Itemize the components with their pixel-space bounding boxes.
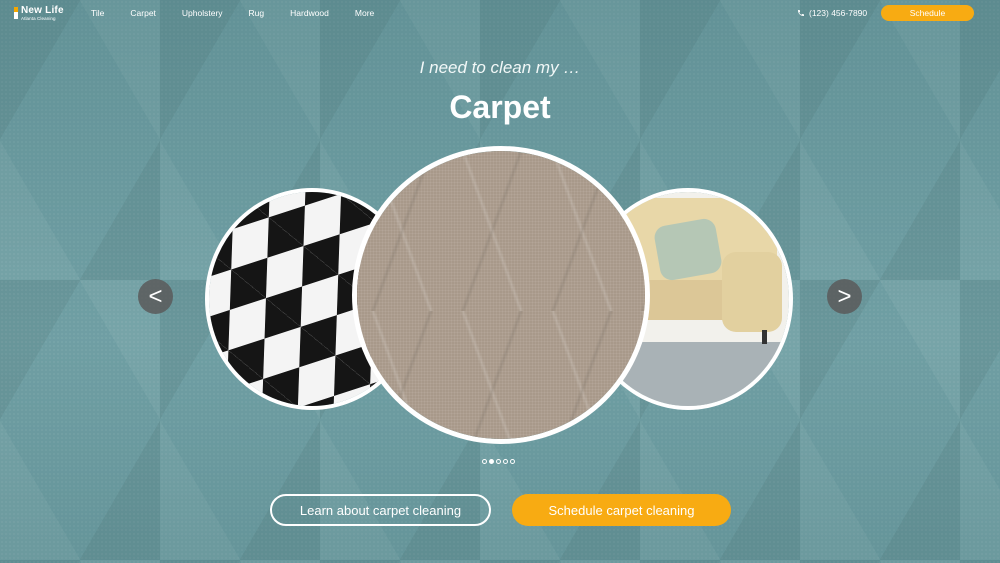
nav-item-tile[interactable]: Tile xyxy=(91,8,104,18)
carousel-dot[interactable] xyxy=(510,459,515,464)
carousel-prev-button[interactable]: < xyxy=(138,279,173,314)
nav-item-more[interactable]: More xyxy=(355,8,374,18)
carousel-dot[interactable] xyxy=(496,459,501,464)
carousel-dot[interactable] xyxy=(503,459,508,464)
nav-item-carpet[interactable]: Carpet xyxy=(130,8,156,18)
schedule-carpet-cleaning-button[interactable]: Schedule carpet cleaning xyxy=(512,494,731,526)
pillow xyxy=(652,217,724,282)
carousel-dot-active[interactable] xyxy=(489,459,494,464)
phone-link[interactable]: (123) 456-7890 xyxy=(797,8,867,18)
logo-name: New Life xyxy=(21,5,64,16)
logo-tagline: Atlanta Cleaning xyxy=(21,16,56,21)
carousel-next-button[interactable]: > xyxy=(827,279,862,314)
top-nav: New Life Atlanta Cleaning Tile Carpet Up… xyxy=(0,0,1000,26)
nav-item-upholstery[interactable]: Upholstery xyxy=(182,8,223,18)
carousel-pagination xyxy=(482,459,517,464)
carousel-dot[interactable] xyxy=(482,459,487,464)
logo[interactable]: New Life Atlanta Cleaning xyxy=(14,6,64,22)
logo-mark-icon xyxy=(14,7,18,19)
slide-carpet-image[interactable] xyxy=(352,146,650,444)
hero-title: Carpet xyxy=(449,89,551,125)
carpet-image xyxy=(357,151,645,439)
hero-subtitle: I need to clean my … xyxy=(419,58,581,77)
phone-number: (123) 456-7890 xyxy=(809,8,868,18)
nav-item-rug[interactable]: Rug xyxy=(249,8,265,18)
learn-carpet-cleaning-button[interactable]: Learn about carpet cleaning xyxy=(270,494,491,526)
main-menu: Tile Carpet Upholstery Rug Hardwood More xyxy=(91,8,400,18)
logo-text: New Life Atlanta Cleaning xyxy=(21,6,64,22)
schedule-button[interactable]: Schedule xyxy=(881,5,974,21)
nav-item-hardwood[interactable]: Hardwood xyxy=(290,8,329,18)
phone-icon xyxy=(798,10,804,16)
